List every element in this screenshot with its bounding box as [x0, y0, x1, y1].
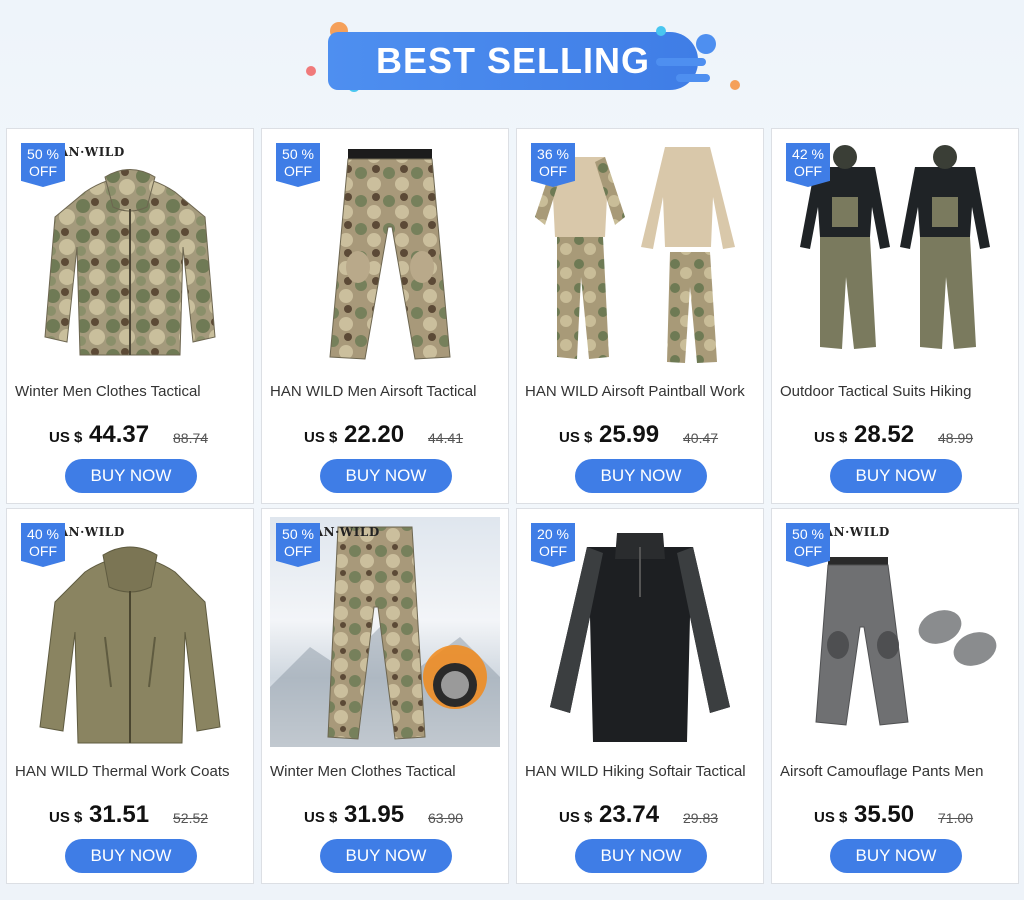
- discount-off-label: OFF: [539, 163, 567, 179]
- original-price: 52.52: [173, 810, 209, 826]
- sale-price: 35.50: [854, 801, 915, 828]
- product-title[interactable]: HAN WILD Men Airsoft Tactical: [270, 383, 502, 400]
- currency-label: US $: [814, 809, 848, 826]
- price-row: US $ 31.95 63.90: [262, 801, 510, 831]
- product-card[interactable]: HAN·WILD 50 % OFF Winter Men Clothes Tact…: [261, 508, 509, 884]
- product-title[interactable]: HAN WILD Hiking Softair Tactical: [525, 763, 757, 780]
- currency-label: US $: [49, 429, 83, 446]
- discount-percent: 36 %: [537, 146, 569, 162]
- currency-label: US $: [304, 429, 338, 446]
- discount-percent: 40 %: [27, 526, 59, 542]
- product-title[interactable]: Outdoor Tactical Suits Hiking: [780, 383, 1012, 400]
- price-row: US $ 35.50 71.00: [772, 801, 1020, 831]
- original-price: 44.41: [428, 430, 464, 446]
- buy-now-button[interactable]: BUY NOW: [65, 459, 197, 493]
- discount-badge: 50 % OFF: [276, 523, 320, 567]
- original-price: 88.74: [173, 430, 209, 446]
- sale-price: 22.20: [344, 421, 405, 448]
- sale-price: 31.95: [344, 801, 405, 828]
- price-row: US $ 25.99 40.47: [517, 421, 765, 451]
- sale-price: 23.74: [599, 801, 660, 828]
- currency-label: US $: [49, 809, 83, 826]
- decor-dot-orange-small: [730, 80, 740, 90]
- product-title[interactable]: HAN WILD Airsoft Paintball Work: [525, 383, 757, 400]
- discount-percent: 50 %: [282, 526, 314, 542]
- product-title[interactable]: Winter Men Clothes Tactical: [15, 383, 247, 400]
- discount-badge: 50 % OFF: [21, 143, 65, 187]
- price-row: US $ 31.51 52.52: [7, 801, 255, 831]
- price-row: US $ 23.74 29.83: [517, 801, 765, 831]
- currency-label: US $: [814, 429, 848, 446]
- original-price: 71.00: [938, 810, 974, 826]
- product-card[interactable]: 20 % OFF HAN WILD Hiking Softair Tactical…: [516, 508, 764, 884]
- banner-title: BEST SELLING: [375, 40, 651, 81]
- product-card[interactable]: HAN·WILD 50 % OFF Airsoft Camouflage Pant…: [771, 508, 1019, 884]
- best-selling-banner: BEST SELLING: [300, 18, 740, 98]
- original-price: 48.99: [938, 430, 974, 446]
- discount-off-label: OFF: [794, 543, 822, 559]
- discount-badge: 40 % OFF: [21, 523, 65, 567]
- decor-stripe: [676, 74, 710, 82]
- original-price: 29.83: [683, 810, 719, 826]
- currency-label: US $: [559, 809, 593, 826]
- decor-dot-red: [306, 66, 316, 76]
- decor-stripe: [656, 58, 706, 66]
- discount-percent: 50 %: [27, 146, 59, 162]
- buy-now-button[interactable]: BUY NOW: [320, 459, 452, 493]
- sale-price: 44.37: [89, 421, 150, 448]
- discount-percent: 50 %: [792, 526, 824, 542]
- sale-price: 31.51: [89, 801, 150, 828]
- price-row: US $ 22.20 44.41: [262, 421, 510, 451]
- sale-price: 28.52: [854, 421, 915, 448]
- product-card[interactable]: 42 % OFF Outdoor Tactical Suits Hiking US…: [771, 128, 1019, 504]
- discount-badge: 42 % OFF: [786, 143, 830, 187]
- product-title[interactable]: HAN WILD Thermal Work Coats: [15, 763, 247, 780]
- discount-badge: 50 % OFF: [786, 523, 830, 567]
- product-title[interactable]: Airsoft Camouflage Pants Men: [780, 763, 1012, 780]
- decor-dot-blue: [696, 34, 716, 54]
- original-price: 40.47: [683, 430, 719, 446]
- decor-dot-cyan-small: [656, 26, 666, 36]
- discount-off-label: OFF: [539, 543, 567, 559]
- discount-off-label: OFF: [29, 543, 57, 559]
- discount-off-label: OFF: [29, 163, 57, 179]
- discount-percent: 20 %: [537, 526, 569, 542]
- discount-off-label: OFF: [794, 163, 822, 179]
- sale-price: 25.99: [599, 421, 660, 448]
- discount-badge: 20 % OFF: [531, 523, 575, 567]
- price-row: US $ 28.52 48.99: [772, 421, 1020, 451]
- product-card[interactable]: HAN·WILD 50 % OFF Winter Men Clothes Tact…: [6, 128, 254, 504]
- currency-label: US $: [559, 429, 593, 446]
- discount-off-label: OFF: [284, 163, 312, 179]
- buy-now-button[interactable]: BUY NOW: [830, 459, 962, 493]
- discount-badge: 50 % OFF: [276, 143, 320, 187]
- product-card[interactable]: 50 % OFF HAN WILD Men Airsoft Tactical US…: [261, 128, 509, 504]
- discount-badge: 36 % OFF: [531, 143, 575, 187]
- discount-percent: 42 %: [792, 146, 824, 162]
- product-card[interactable]: 36 % OFF HAN WILD Airsoft Paintball Work …: [516, 128, 764, 504]
- product-card[interactable]: HAN·WILD 40 % OFF HAN WILD Thermal Work C…: [6, 508, 254, 884]
- buy-now-button[interactable]: BUY NOW: [575, 459, 707, 493]
- buy-now-button[interactable]: BUY NOW: [65, 839, 197, 873]
- buy-now-button[interactable]: BUY NOW: [575, 839, 707, 873]
- price-row: US $ 44.37 88.74: [7, 421, 255, 451]
- currency-label: US $: [304, 809, 338, 826]
- product-title[interactable]: Winter Men Clothes Tactical: [270, 763, 502, 780]
- discount-percent: 50 %: [282, 146, 314, 162]
- buy-now-button[interactable]: BUY NOW: [830, 839, 962, 873]
- buy-now-button[interactable]: BUY NOW: [320, 839, 452, 873]
- product-grid: HAN·WILD 50 % OFF Winter Men Clothes Tact…: [6, 128, 1020, 884]
- discount-off-label: OFF: [284, 543, 312, 559]
- original-price: 63.90: [428, 810, 464, 826]
